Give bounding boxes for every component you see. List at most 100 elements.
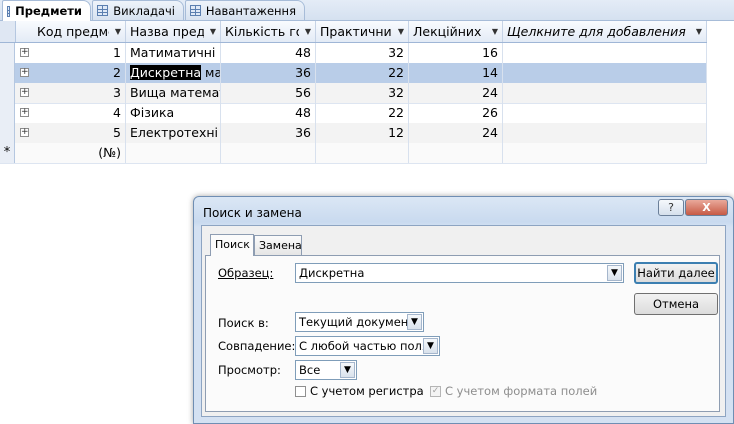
column-header-hours[interactable]: Кількість го ▼ [221, 21, 316, 42]
cell-add-field[interactable] [503, 63, 707, 83]
search-direction-value: Все [299, 363, 321, 377]
cell-lecture[interactable]: 16 [409, 43, 503, 63]
tab-replace[interactable]: Замена [254, 235, 302, 255]
chevron-down-icon[interactable]: ▼ [305, 21, 311, 42]
checkbox-checked-icon: ✓ [430, 385, 441, 397]
look-in-combo[interactable]: Текущий документ ▼ [295, 312, 424, 332]
select-all-corner[interactable] [0, 21, 16, 42]
search-fields-as-formatted-checkbox: ✓ С учетом формата полей [430, 384, 597, 398]
table-row[interactable]: + 5 Електротехні 36 12 24 [0, 123, 707, 144]
find-next-button[interactable]: Найти далее [634, 262, 718, 284]
chevron-down-icon[interactable]: ▼ [115, 21, 121, 42]
table-row[interactable]: + 3 Вища математ 56 32 24 [0, 83, 707, 104]
cell-name[interactable]: Вища математ [126, 83, 221, 103]
cell-code[interactable]: 3 [33, 83, 126, 103]
dialog-body: Поиск Замена Образец: Дискретна ▼ Найти … [201, 225, 726, 417]
cell-add-field[interactable] [503, 43, 707, 63]
tab-search[interactable]: Поиск [210, 234, 254, 256]
cell-hours[interactable]: 48 [221, 103, 316, 123]
cell-name[interactable]: Дискретна мат [126, 63, 221, 83]
checkbox-unchecked-icon[interactable] [295, 385, 306, 397]
cell-lecture[interactable] [409, 143, 503, 163]
chevron-down-icon[interactable]: ▼ [607, 265, 622, 281]
new-record-icon: * [0, 143, 15, 163]
expand-plus-icon[interactable]: + [20, 88, 29, 97]
expand-plus-icon[interactable]: + [20, 68, 29, 77]
tab-predmety[interactable]: Предмети [2, 0, 91, 21]
cell-lecture[interactable]: 24 [409, 123, 503, 143]
find-what-value: Дискретна [299, 266, 365, 280]
cell-practical[interactable]: 32 [316, 43, 409, 63]
find-replace-dialog: Поиск и замена ? X Поиск Замена Образец:… [193, 196, 734, 424]
expand-plus-icon[interactable]: + [20, 108, 29, 117]
column-header-code[interactable]: Код предме ▼ [33, 21, 126, 42]
match-combo[interactable]: С любой частью поля ▼ [295, 336, 440, 356]
chevron-down-icon[interactable]: ▼ [696, 21, 702, 42]
row-selector[interactable] [0, 63, 15, 83]
tab-navantazhennia[interactable]: Навантаження [185, 0, 305, 20]
match-value: С любой частью поля [299, 339, 429, 353]
cell-name[interactable]: Фізика [126, 103, 221, 123]
cell-practical[interactable]: 32 [316, 83, 409, 103]
table-row-selected[interactable]: + 2 Дискретна мат 36 22 14 [0, 63, 707, 84]
cell-practical[interactable]: 22 [316, 63, 409, 83]
cell-lecture[interactable]: 24 [409, 83, 503, 103]
help-button[interactable]: ? [658, 199, 684, 216]
cell-lecture[interactable]: 26 [409, 103, 503, 123]
cell-code-autonumber[interactable]: (№) [33, 143, 126, 163]
cell-code[interactable]: 4 [33, 103, 126, 123]
cell-code[interactable]: 1 [33, 43, 126, 63]
cell-add-field[interactable] [503, 83, 707, 103]
chevron-down-icon[interactable]: ▼ [210, 21, 216, 42]
cancel-button[interactable]: Отмена [634, 293, 718, 315]
tab-label: Навантаження [205, 3, 296, 18]
expand-plus-icon[interactable]: + [20, 128, 29, 137]
column-header-add-field[interactable]: Щелкните для добавления ▼ [503, 21, 707, 42]
table-icon [97, 5, 109, 16]
close-button[interactable]: X [685, 199, 728, 216]
search-direction-combo[interactable]: Все ▼ [295, 360, 357, 380]
cell-name[interactable]: Електротехні [126, 123, 221, 143]
table-row[interactable]: + 1 Матиматичні 48 32 16 [0, 43, 707, 64]
chevron-down-icon[interactable]: ▼ [398, 21, 404, 42]
cell-add-field[interactable] [503, 123, 707, 143]
cell-code[interactable]: 2 [33, 63, 126, 83]
cell-add-field[interactable] [503, 143, 707, 163]
find-what-combo[interactable]: Дискретна ▼ [295, 263, 624, 283]
row-selector[interactable] [0, 123, 15, 143]
row-selector[interactable] [0, 43, 15, 63]
cell-practical[interactable] [316, 143, 409, 163]
table-row[interactable]: + 4 Фізика 48 22 26 [0, 103, 707, 124]
column-header-lecture[interactable]: Лекційних ▼ [409, 21, 503, 42]
cell-lecture[interactable]: 14 [409, 63, 503, 83]
chevron-down-icon[interactable]: ▼ [407, 314, 422, 330]
row-selector[interactable] [0, 83, 15, 103]
match-case-label: С учетом регистра [310, 384, 424, 398]
cell-practical[interactable]: 22 [316, 103, 409, 123]
cell-practical[interactable]: 12 [316, 123, 409, 143]
cell-hours[interactable]: 36 [221, 123, 316, 143]
chevron-down-icon[interactable]: ▼ [340, 362, 355, 378]
expand-plus-icon[interactable]: + [20, 48, 29, 57]
column-header-practical[interactable]: Практичних ▼ [316, 21, 409, 42]
cell-hours[interactable]: 36 [221, 63, 316, 83]
table-icon [7, 5, 11, 17]
new-record-row[interactable]: * (№) [0, 143, 707, 164]
cell-hours[interactable]: 56 [221, 83, 316, 103]
look-in-label: Поиск в: [218, 316, 269, 330]
tab-vykladachi[interactable]: Викладачі [92, 0, 184, 20]
row-selector[interactable] [0, 103, 15, 123]
cell-add-field[interactable] [503, 103, 707, 123]
cell-name[interactable] [126, 143, 221, 163]
chevron-down-icon[interactable]: ▼ [492, 21, 498, 42]
match-case-checkbox[interactable]: С учетом регистра [295, 384, 424, 398]
search-direction-label: Просмотр: [218, 363, 281, 377]
cell-hours[interactable] [221, 143, 316, 163]
match-format-label: С учетом формата полей [445, 384, 598, 398]
found-text-highlight: Дискретна [130, 65, 202, 80]
chevron-down-icon[interactable]: ▼ [423, 338, 438, 354]
cell-hours[interactable]: 48 [221, 43, 316, 63]
column-header-name[interactable]: Назва пред ▼ [126, 21, 221, 42]
cell-code[interactable]: 5 [33, 123, 126, 143]
cell-name[interactable]: Матиматичні [126, 43, 221, 63]
